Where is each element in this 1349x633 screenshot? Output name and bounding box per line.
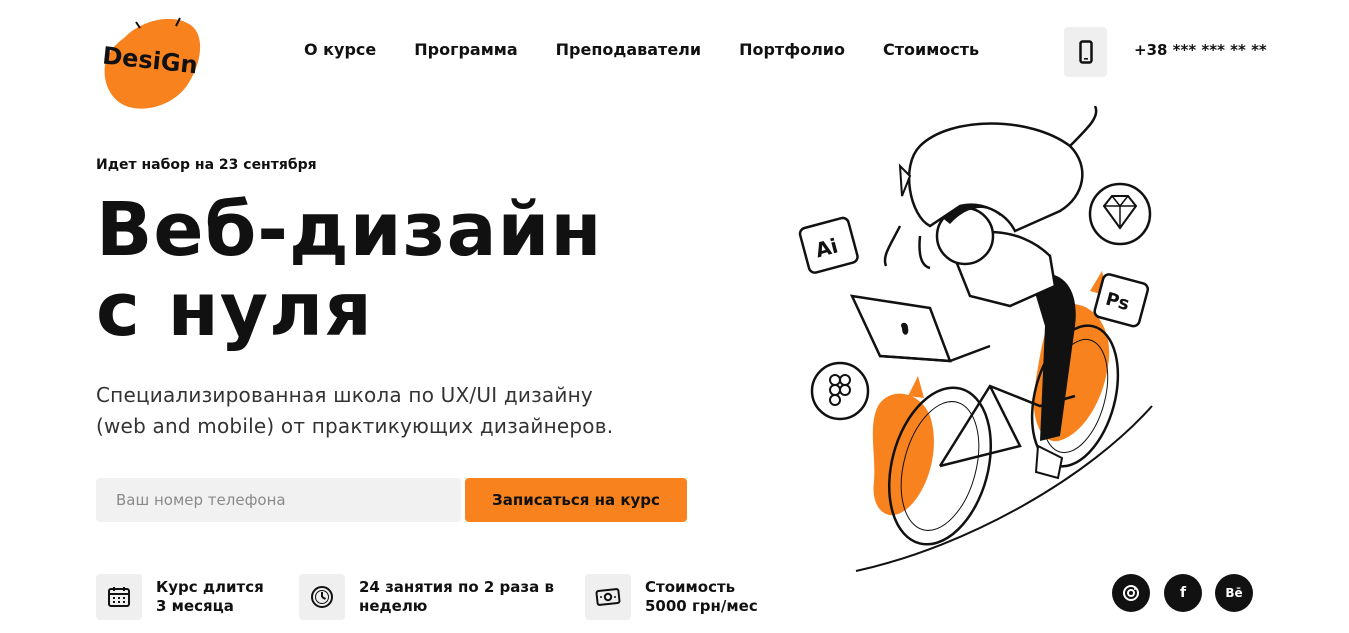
page-title: Веб-дизайн с нуля <box>96 190 603 350</box>
clock-icon <box>311 586 333 608</box>
nav-item-about[interactable]: О курсе <box>304 39 376 61</box>
phone-number[interactable]: +38 *** *** ** ** <box>1134 39 1267 61</box>
feature-line-1: Курс длится <box>156 578 264 596</box>
calendar-icon <box>108 587 130 607</box>
phone-button[interactable] <box>1064 27 1107 77</box>
cyclist-illustration: Ai Ps <box>798 106 1153 572</box>
hero-illustration: Ai Ps <box>790 106 1170 576</box>
mobile-phone-icon <box>1078 40 1093 64</box>
behance-link[interactable]: Bē <box>1215 574 1253 612</box>
logo-graphic: DesiGn <box>101 17 201 109</box>
instagram-link[interactable] <box>1112 574 1150 612</box>
subtitle-line-1: Специализированная школа по UX/UI дизайн… <box>96 383 593 407</box>
feature-line-2: 3 месяца <box>156 597 234 615</box>
behance-icon: Bē <box>1225 586 1243 600</box>
nav-item-program[interactable]: Программа <box>414 39 517 61</box>
feature-text: Стоимость 5000 грн/мес <box>645 574 758 616</box>
logo[interactable]: DesiGn <box>96 8 206 114</box>
nav-item-portfolio[interactable]: Портфолио <box>739 39 845 61</box>
feature-line-2: неделю <box>359 597 428 615</box>
instagram-icon <box>1123 585 1139 601</box>
facebook-link[interactable]: f <box>1164 574 1202 612</box>
facebook-icon: f <box>1179 585 1187 601</box>
enrollment-date: Идет набор на 23 сентября <box>96 157 317 173</box>
title-line-1: Веб-дизайн <box>96 187 603 273</box>
feature-line-2: 5000 грн/мес <box>645 597 758 615</box>
subtitle-line-2: (web and mobile) от практикующих дизайне… <box>96 414 614 438</box>
feature-price: Стоимость 5000 грн/мес <box>585 574 758 620</box>
money-icon <box>595 588 621 606</box>
feature-icon-box <box>585 574 631 620</box>
nav-item-teachers[interactable]: Преподаватели <box>556 39 701 61</box>
feature-icon-box <box>96 574 142 620</box>
feature-text: Курс длится 3 месяца <box>156 574 264 616</box>
feature-duration: Курс длится 3 месяца <box>96 574 264 620</box>
phone-input[interactable] <box>96 478 461 522</box>
enroll-button[interactable]: Записаться на курс <box>465 478 687 522</box>
nav-item-price[interactable]: Стоимость <box>883 39 979 61</box>
feature-schedule: 24 занятия по 2 раза в неделю <box>299 574 554 620</box>
feature-icon-box <box>299 574 345 620</box>
feature-text: 24 занятия по 2 раза в неделю <box>359 574 554 616</box>
feature-line-1: Стоимость <box>645 578 736 596</box>
feature-line-1: 24 занятия по 2 раза в <box>359 578 554 596</box>
subtitle: Специализированная школа по UX/UI дизайн… <box>96 380 696 442</box>
title-line-2: с нуля <box>96 267 373 353</box>
main-nav: О курсе Программа Преподаватели Портфоли… <box>304 39 979 61</box>
